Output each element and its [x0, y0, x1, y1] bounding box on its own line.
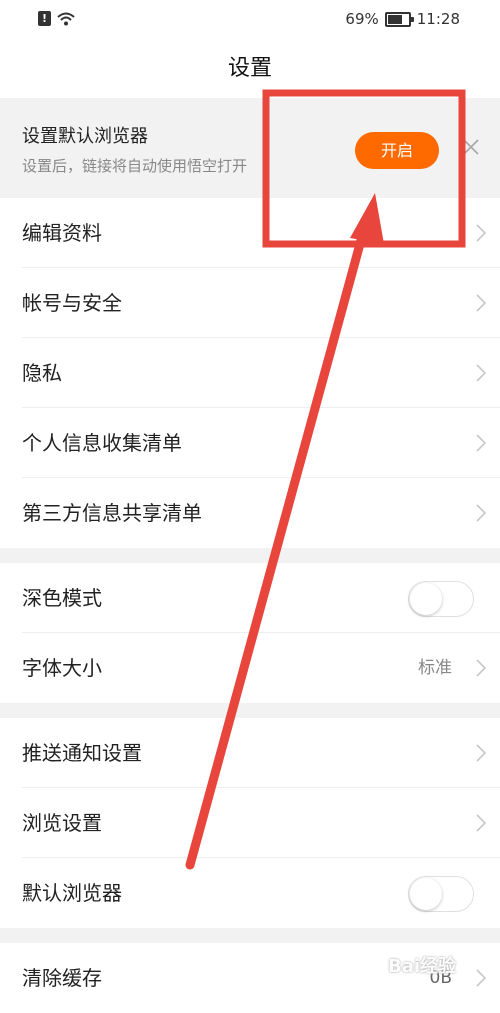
header: 设置 — [0, 40, 500, 98]
alert-icon: ! — [38, 11, 51, 26]
row-label: 推送通知设置 — [22, 741, 142, 765]
chevron-right-icon — [476, 744, 486, 762]
row-label: 深色模式 — [22, 586, 102, 610]
chevron-right-icon — [476, 294, 486, 312]
settings-row-default-browser: 默认浏览器 — [0, 858, 500, 928]
chevron-right-icon — [476, 659, 486, 677]
status-bar: ! 69% 11:28 — [0, 0, 500, 40]
toggle-knob — [410, 583, 442, 615]
chevron-right-icon — [476, 434, 486, 452]
settings-row-account-security[interactable]: 帐号与安全 — [0, 268, 500, 338]
section-gap — [0, 703, 500, 718]
row-label: 清除缓存 — [22, 966, 102, 990]
close-icon[interactable] — [459, 135, 483, 159]
toggle-knob — [410, 878, 442, 910]
row-label: 帐号与安全 — [22, 291, 122, 315]
wifi-icon — [57, 12, 75, 25]
settings-row-dark-mode: 深色模式 — [0, 563, 500, 633]
clock: 11:28 — [416, 10, 460, 28]
watermark-logo: Bai经验 — [388, 956, 457, 977]
enable-button[interactable]: 开启 — [355, 132, 439, 169]
chevron-right-icon — [476, 504, 486, 522]
row-label: 编辑资料 — [22, 221, 102, 245]
settings-row-third-party-share-list[interactable]: 第三方信息共享清单 — [0, 478, 500, 548]
font-size-value: 标准 — [418, 658, 452, 678]
chevron-right-icon — [476, 224, 486, 242]
dark-mode-toggle[interactable] — [408, 581, 474, 617]
row-label: 浏览设置 — [22, 811, 102, 835]
page-title: 设置 — [227, 56, 272, 81]
settings-row-font-size[interactable]: 字体大小 标准 — [0, 633, 500, 703]
settings-row-privacy[interactable]: 隐私 — [0, 338, 500, 408]
row-label: 隐私 — [22, 361, 62, 385]
banner-description: 设置后，链接将自动使用悟空打开 — [22, 157, 248, 175]
battery-percent: 69% — [345, 10, 379, 28]
banner-title: 设置默认浏览器 — [22, 126, 148, 147]
row-label: 个人信息收集清单 — [22, 431, 182, 455]
settings-row-browsing[interactable]: 浏览设置 — [0, 788, 500, 858]
row-label: 第三方信息共享清单 — [22, 501, 202, 525]
settings-row-personal-info-list[interactable]: 个人信息收集清单 — [0, 408, 500, 478]
battery-icon — [384, 11, 414, 27]
section-gap — [0, 928, 500, 943]
chevron-right-icon — [476, 814, 486, 832]
section-gap — [0, 548, 500, 563]
row-label: 字体大小 — [22, 656, 102, 680]
settings-row-edit-profile[interactable]: 编辑资料 — [0, 198, 500, 268]
settings-row-push-notifications[interactable]: 推送通知设置 — [0, 718, 500, 788]
row-label: 默认浏览器 — [22, 881, 122, 905]
battery-fill — [387, 14, 402, 24]
default-browser-toggle[interactable] — [408, 876, 474, 912]
chevron-right-icon — [476, 364, 486, 382]
